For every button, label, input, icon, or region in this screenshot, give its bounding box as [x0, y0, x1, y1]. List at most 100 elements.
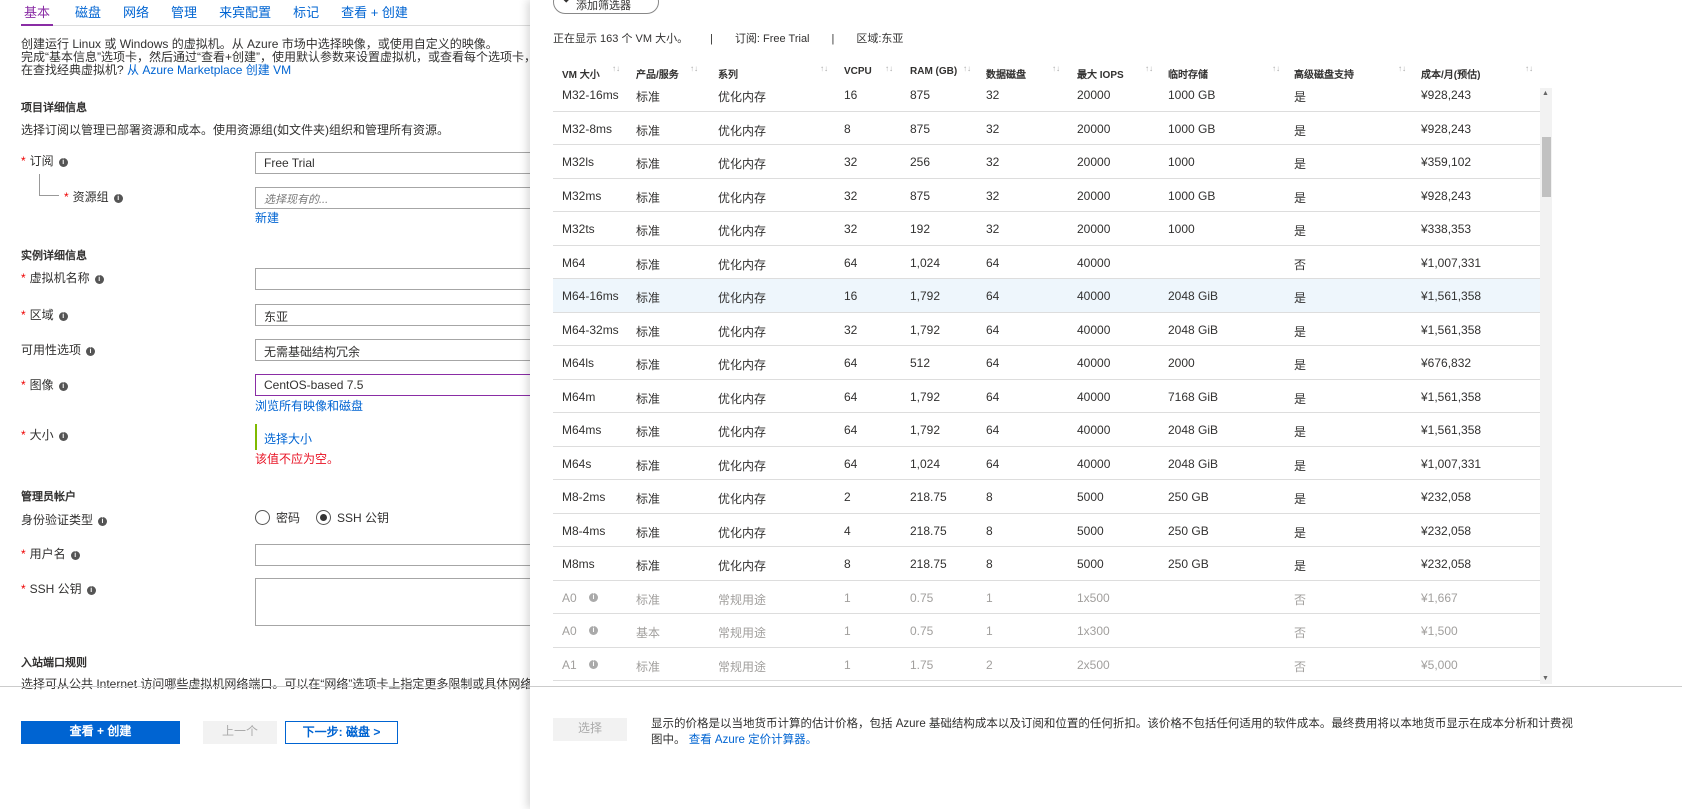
tab-3[interactable]: 管理 — [171, 0, 197, 26]
table-row[interactable]: M8-2ms 标准 优化内存 2 218.75 8 5000 250 GB 是 ¥232,058 — [553, 480, 1540, 514]
pricing-calculator-link[interactable]: 查看 Azure 定价计算器。 — [689, 734, 817, 746]
sort-icon[interactable]: ↑↓ — [1398, 64, 1406, 73]
tab-1[interactable]: 磁盘 — [75, 0, 101, 26]
previous-button[interactable]: 上一个 — [203, 721, 277, 744]
table-row[interactable]: M64ls 标准 优化内存 64 512 64 40000 2000 是 ¥676,832 — [553, 346, 1540, 380]
info-icon: i — [58, 432, 68, 441]
table-cell: 218.75 — [910, 557, 947, 571]
table-cell: 优化内存 — [718, 224, 767, 238]
column-header[interactable]: VCPU — [844, 66, 872, 77]
sort-icon[interactable]: ↑↓ — [1145, 64, 1153, 73]
table-cell: ¥5,000 — [1421, 657, 1458, 672]
table-cell: 64 — [986, 456, 1000, 471]
username-input[interactable] — [255, 544, 545, 566]
region-info: 区域:东亚 — [856, 33, 904, 45]
tab-0[interactable]: 基本 — [21, 0, 54, 26]
table-row[interactable]: M32ms 标准 优化内存 32 875 32 20000 1000 GB 是 ¥928,243 — [553, 179, 1540, 212]
table-row[interactable]: M64 标准 优化内存 64 1,024 64 40000 否 ¥1,007,331 — [553, 246, 1540, 279]
tab-bar: 基本 磁盘 网络 管理 来宾配置 标记 查看 + 创建 — [21, 0, 561, 26]
sort-icon[interactable]: ↑↓ — [885, 64, 893, 73]
scrollbar-thumb[interactable] — [1542, 137, 1551, 197]
radio-label: 密码 — [276, 511, 301, 525]
tab-4[interactable]: 来宾配置 — [219, 0, 271, 26]
table-row[interactable]: M64m 标准 优化内存 64 1,792 64 40000 7168 GiB 是 ¥1,561,… — [553, 380, 1540, 413]
table-row[interactable]: M32ts 标准 优化内存 32 192 32 20000 1000 是 ¥338,353 — [553, 212, 1540, 246]
table-row[interactable]: A1 i 标准 常规用途 1 1.75 2 2x500 否 ¥5,000 — [553, 648, 1540, 681]
column-header[interactable]: RAM (GB) — [910, 66, 957, 77]
table-row[interactable]: A0 i 标准 常规用途 1 0.75 1 1x500 否 ¥1,667 — [553, 581, 1540, 614]
table-cell: ¥338,353 — [1421, 222, 1472, 236]
sort-icon[interactable]: ↑↓ — [963, 64, 971, 73]
info-icon[interactable]: i — [589, 659, 598, 669]
table-row[interactable]: M32-16ms 标准 优化内存 16 875 32 20000 1000 GB 是 ¥928,2… — [553, 78, 1540, 112]
table-cell: 标准 — [636, 425, 661, 439]
sort-icon[interactable]: ↑↓ — [1272, 64, 1280, 73]
table-cell: 标准 — [636, 391, 661, 406]
footer-divider — [0, 686, 560, 687]
sort-icon[interactable]: ↑↓ — [1052, 64, 1060, 73]
tab-2[interactable]: 网络 — [123, 0, 149, 26]
browse-images-link[interactable]: 浏览所有映像和磁盘 — [255, 397, 363, 414]
table-row[interactable]: M64ms 标准 优化内存 64 1,792 64 40000 2048 GiB 是 ¥1,561… — [553, 413, 1540, 447]
table-cell: 标准 — [636, 224, 661, 238]
table-cell: 2048 GiB — [1168, 289, 1219, 303]
region-select[interactable]: 东亚 — [255, 304, 545, 326]
radio-password[interactable] — [255, 510, 270, 525]
table-cell: 2 — [844, 490, 851, 504]
tab-5[interactable]: 标记 — [293, 0, 319, 26]
add-filter-button[interactable]: ⏷ 添加筛选器 — [553, 0, 659, 14]
create-new-rg-link[interactable]: 新建 — [255, 209, 279, 226]
sort-icon[interactable]: ↑↓ — [690, 64, 698, 73]
table-row[interactable]: M8ms 标准 优化内存 8 218.75 8 5000 250 GB 是 ¥232,058 — [553, 547, 1540, 581]
ssh-key-textarea[interactable] — [255, 578, 545, 626]
table-cell: 40000 — [1077, 322, 1111, 337]
table-cell: 标准 — [636, 257, 661, 272]
table-cell: 64 — [986, 389, 1000, 404]
image-select[interactable]: CentOS-based 7.5 — [255, 374, 545, 396]
table-cell: 8 — [986, 490, 993, 504]
image-label: * 图像 i — [21, 376, 68, 393]
sort-icon[interactable]: ↑↓ — [612, 64, 620, 73]
resource-group-select[interactable]: 选择现有的... — [255, 187, 545, 209]
table-row[interactable]: M32ls 标准 优化内存 32 256 32 20000 1000 是 ¥359,102 — [553, 145, 1540, 179]
table-row[interactable]: M64-16ms 标准 优化内存 16 1,792 64 40000 2048 GiB 是 ¥1,… — [553, 279, 1540, 313]
table-cell: 32 — [986, 121, 1000, 136]
table-row[interactable]: M64s 标准 优化内存 64 1,024 64 40000 2048 GiB 是 ¥1,007,… — [553, 447, 1540, 480]
table-cell: 20000 — [1077, 188, 1111, 203]
table-cell: 优化内存 — [718, 157, 767, 171]
sort-icon[interactable]: ↑↓ — [820, 64, 828, 73]
table-cell: 1,792 — [910, 423, 941, 437]
review-create-button[interactable]: 查看 + 创建 — [21, 721, 180, 744]
table-cell: 8 — [844, 121, 851, 136]
table-row[interactable]: M64-32ms 标准 优化内存 32 1,792 64 40000 2048 GiB 是 ¥1,… — [553, 313, 1540, 346]
table-cell: 64 — [844, 423, 858, 437]
table-row[interactable]: A0 i 基本 常规用途 1 0.75 1 1x300 否 ¥1,500 — [553, 614, 1540, 648]
radio-ssh[interactable] — [316, 510, 332, 525]
vm-name-input[interactable] — [255, 268, 545, 290]
table-cell: 否 — [1294, 659, 1307, 674]
table-cell: 否 — [1294, 626, 1307, 640]
marketplace-link[interactable]: 从 Azure Marketplace 创建 VM — [127, 63, 291, 77]
table-row[interactable]: M8-4ms 标准 优化内存 4 218.75 8 5000 250 GB 是 ¥232,058 — [553, 514, 1540, 547]
table-cell: 20000 — [1077, 121, 1111, 136]
table-cell: 218.75 — [910, 523, 947, 538]
table-cell: 是 — [1294, 492, 1307, 506]
table-cell: 250 GB — [1168, 523, 1209, 538]
tab-6[interactable]: 查看 + 创建 — [341, 0, 408, 26]
table-cell: 218.75 — [910, 490, 947, 504]
vm-size-panel: ⏷ 添加筛选器 正在显示 163 个 VM 大小。 | 订阅: Free Trial |… — [530, 0, 1682, 809]
info-icon[interactable]: i — [589, 626, 598, 635]
table-cell: 标准 — [636, 492, 661, 506]
subscription-select[interactable]: Free Trial — [255, 152, 545, 174]
select-size-link[interactable]: 选择大小 — [255, 424, 312, 450]
table-cell: 32 — [986, 88, 1000, 102]
table-cell: ¥1,667 — [1421, 590, 1458, 605]
info-icon[interactable]: i — [589, 592, 598, 602]
table-row[interactable]: M32-8ms 标准 优化内存 8 875 32 20000 1000 GB 是 ¥928,243 — [553, 112, 1540, 145]
table-cell: 40000 — [1077, 389, 1111, 404]
table-cell: 优化内存 — [718, 257, 767, 272]
select-button[interactable]: 选择 — [553, 718, 627, 741]
availability-select[interactable]: 无需基础结构冗余 — [255, 339, 545, 361]
sort-icon[interactable]: ↑↓ — [1525, 64, 1533, 73]
next-button[interactable]: 下一步: 磁盘 > — [285, 721, 398, 744]
